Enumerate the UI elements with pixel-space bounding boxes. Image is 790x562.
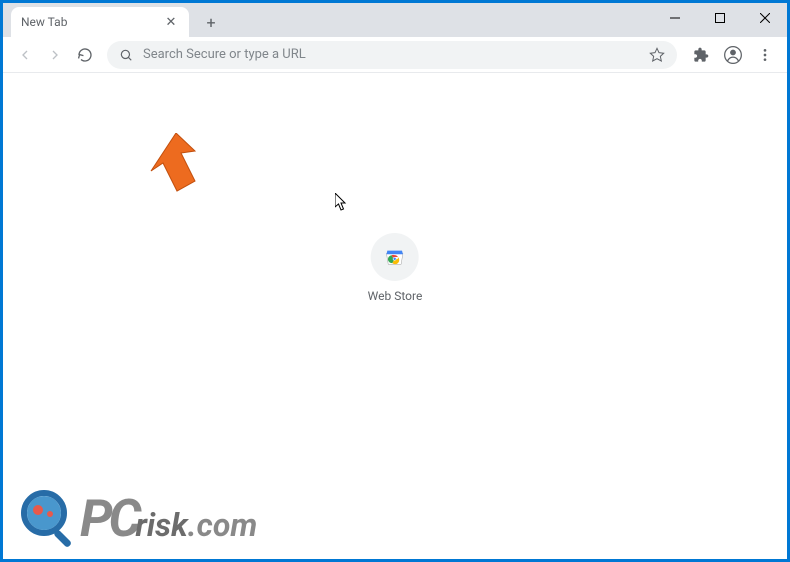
new-tab-page: Web Store: [3, 73, 787, 559]
address-bar[interactable]: [107, 41, 677, 69]
search-icon: [119, 48, 133, 62]
bookmark-icon[interactable]: [649, 47, 665, 63]
browser-window: New Tab ✕ +: [3, 3, 787, 559]
watermark-pc: PC: [80, 488, 138, 549]
url-input[interactable]: [143, 47, 639, 62]
watermark-logo-icon: [18, 487, 80, 549]
watermark-com: .com: [188, 506, 258, 544]
back-button[interactable]: [11, 41, 39, 69]
shortcut-circle: [371, 233, 419, 281]
new-tab-button[interactable]: +: [197, 8, 225, 36]
browser-tab[interactable]: New Tab ✕: [11, 7, 189, 37]
web-store-shortcut[interactable]: Web Store: [368, 233, 423, 303]
forward-button[interactable]: [41, 41, 69, 69]
profile-icon[interactable]: [719, 41, 747, 69]
arrow-annotation: [133, 133, 203, 207]
watermark-risk: risk: [136, 506, 188, 544]
close-window-button[interactable]: [742, 3, 787, 33]
cursor-icon: [335, 193, 349, 215]
close-tab-icon[interactable]: ✕: [163, 14, 179, 30]
menu-icon[interactable]: [751, 41, 779, 69]
watermark: PC risk .com: [18, 487, 257, 549]
reload-button[interactable]: [71, 41, 99, 69]
web-store-icon: [384, 246, 406, 268]
extensions-icon[interactable]: [687, 41, 715, 69]
tab-title: New Tab: [21, 15, 163, 29]
minimize-button[interactable]: [652, 3, 697, 33]
maximize-button[interactable]: [697, 3, 742, 33]
title-bar: New Tab ✕ +: [3, 3, 787, 37]
window-controls: [652, 3, 787, 33]
watermark-text: PC risk .com: [80, 488, 257, 549]
toolbar: [3, 37, 787, 73]
shortcut-label: Web Store: [368, 289, 423, 303]
